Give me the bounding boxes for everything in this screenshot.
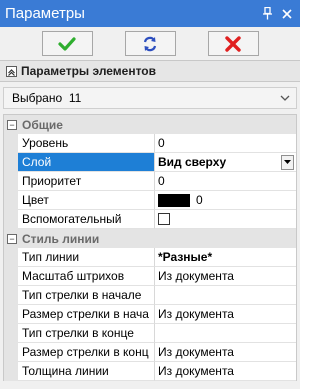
pin-icon[interactable] — [260, 7, 274, 21]
selection-count: 11 — [68, 91, 82, 105]
layer-dropdown-button[interactable] — [281, 154, 294, 170]
group-line-style-title: Стиль линии — [22, 231, 100, 246]
property-row-layer[interactable]: Слой Вид сверху — [4, 153, 296, 172]
selection-dropdown[interactable]: Выбрано 11 — [3, 87, 297, 109]
property-name: Тип стрелки в конце — [18, 324, 155, 343]
elements-section-header[interactable]: Параметры элементов — [0, 60, 300, 82]
property-value-priority[interactable]: 0 — [155, 172, 296, 191]
property-name: Слой — [18, 153, 155, 172]
property-value-auxiliary[interactable] — [155, 210, 296, 229]
dropdown-arrow-icon — [284, 160, 291, 164]
group-general[interactable]: − Общие — [4, 115, 296, 134]
property-row-auxiliary[interactable]: Вспомогательный — [4, 210, 296, 229]
group-line-style[interactable]: − Стиль линии — [4, 229, 296, 248]
property-value-line-type[interactable]: *Разные* — [155, 248, 296, 267]
property-row-level[interactable]: Уровень 0 — [4, 134, 296, 153]
selection-text: Выбрано 11 — [12, 91, 81, 105]
property-name: Размер стрелки в конц — [18, 343, 155, 362]
property-name: Вспомогательный — [18, 210, 155, 229]
property-name: Размер стрелки в нача — [18, 305, 155, 324]
title-bar-controls — [260, 7, 294, 21]
cancel-x-icon — [225, 35, 241, 52]
property-name: Масштаб штрихов — [18, 267, 155, 286]
group-general-title: Общие — [22, 117, 63, 132]
color-value-text: 0 — [196, 193, 203, 207]
property-row-arrow-end-size[interactable]: Размер стрелки в конц Из документа — [4, 343, 296, 362]
selection-label: Выбрано — [12, 91, 63, 105]
property-value-level[interactable]: 0 — [155, 134, 296, 153]
collapse-minus-icon[interactable]: − — [7, 233, 17, 244]
collapse-icon[interactable] — [6, 65, 17, 77]
property-row-priority[interactable]: Приоритет 0 — [4, 172, 296, 191]
property-value-arrow-start-size[interactable]: Из документа — [155, 305, 296, 324]
layer-value-text: Вид сверху — [158, 155, 227, 169]
property-value-dash-scale[interactable]: Из документа — [155, 267, 296, 286]
cancel-button[interactable] — [207, 31, 259, 56]
apply-button[interactable] — [41, 31, 93, 56]
window-title: Параметры — [5, 5, 85, 22]
check-icon — [58, 36, 76, 51]
color-swatch — [158, 193, 190, 207]
property-value-arrow-start-type[interactable] — [155, 286, 296, 305]
property-value-layer[interactable]: Вид сверху — [155, 153, 296, 172]
property-value-arrow-end-type[interactable] — [155, 324, 296, 343]
property-name: Уровень — [18, 134, 155, 153]
property-name: Тип стрелки в начале — [18, 286, 155, 305]
property-name: Цвет — [18, 191, 155, 210]
property-row-arrow-start-size[interactable]: Размер стрелки в нача Из документа — [4, 305, 296, 324]
close-icon[interactable] — [280, 7, 294, 21]
title-bar: Параметры — [0, 0, 300, 27]
action-toolbar — [0, 27, 300, 59]
refresh-button[interactable] — [124, 31, 176, 56]
property-name: Толщина линии — [18, 362, 155, 381]
property-name: Тип линии — [18, 248, 155, 267]
auxiliary-checkbox[interactable] — [158, 213, 170, 225]
property-row-color[interactable]: Цвет 0 — [4, 191, 296, 210]
property-value-line-width[interactable]: Из документа — [155, 362, 296, 381]
property-name: Приоритет — [18, 172, 155, 191]
property-row-line-width[interactable]: Толщина линии Из документа — [4, 362, 296, 381]
property-row-dash-scale[interactable]: Масштаб штрихов Из документа — [4, 267, 296, 286]
property-row-arrow-end-type[interactable]: Тип стрелки в конце — [4, 324, 296, 343]
elements-section-title: Параметры элементов — [21, 64, 157, 78]
property-value-arrow-end-size[interactable]: Из документа — [155, 343, 296, 362]
refresh-icon — [143, 36, 157, 51]
chevron-down-icon — [280, 93, 290, 104]
properties-panel: Параметры Параметры элементов Выбрано 11… — [0, 0, 300, 389]
property-row-line-type[interactable]: Тип линии *Разные* — [4, 248, 296, 267]
property-value-color[interactable]: 0 — [155, 191, 296, 210]
collapse-minus-icon[interactable]: − — [7, 119, 17, 130]
property-row-arrow-start-type[interactable]: Тип стрелки в начале — [4, 286, 296, 305]
property-grid: − Общие Уровень 0 Слой Вид сверху Приори… — [3, 114, 297, 381]
